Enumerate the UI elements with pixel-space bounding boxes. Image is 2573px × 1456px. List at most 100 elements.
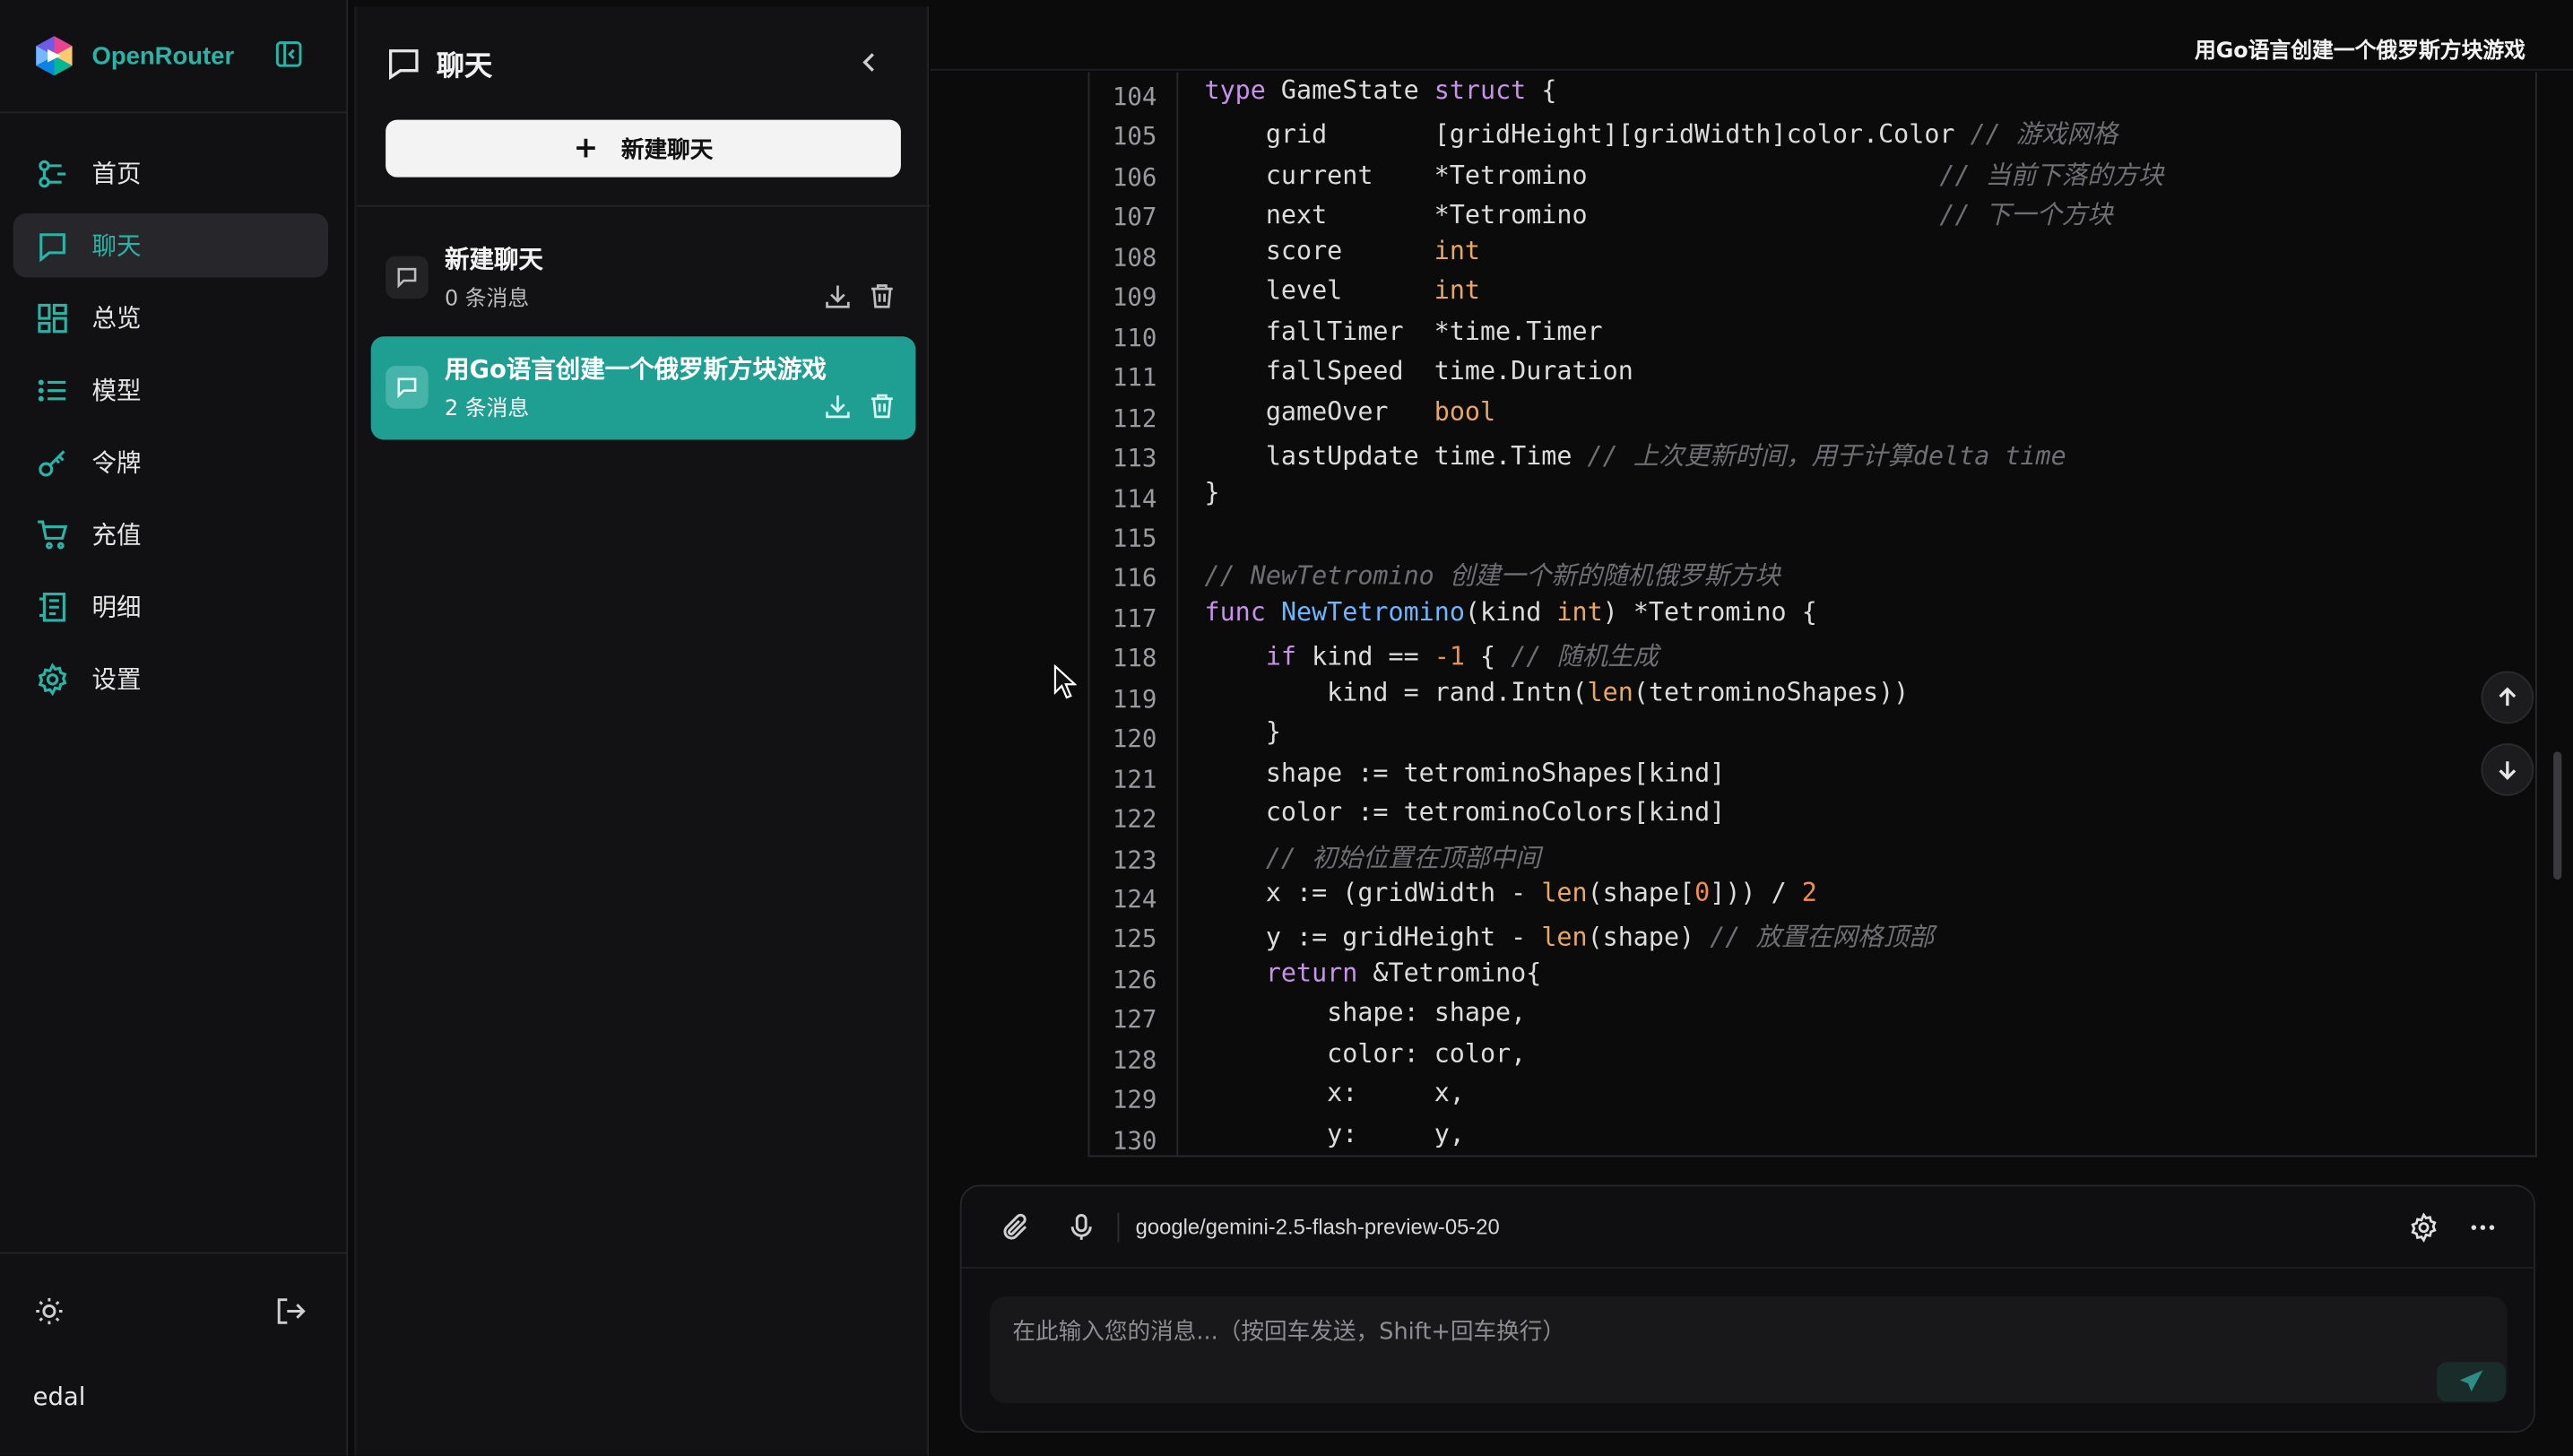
download-icon[interactable] [824, 392, 852, 420]
nav-item-label: 总览 [91, 303, 142, 334]
plus-icon: + [573, 131, 599, 166]
nav-item-home[interactable]: 首页 [13, 141, 328, 204]
line-number: 127 [1112, 1004, 1157, 1035]
chat-list-item[interactable]: 用Go语言创建一个俄罗斯方块游戏 2 条消息 [370, 336, 916, 440]
logout-icon[interactable] [274, 1295, 308, 1328]
message-bubble-icon [386, 366, 429, 409]
model-selector[interactable]: google/gemini-2.5-flash-preview-05-20 [1136, 1214, 1500, 1238]
code-line: color: color, [1204, 1038, 1527, 1069]
chat-item-title: 新建聊天 [445, 244, 543, 274]
line-number: 105 [1112, 122, 1157, 152]
line-number: 104 [1112, 82, 1157, 112]
code-line: return &Tetromino{ [1265, 958, 1542, 988]
gear-icon[interactable] [2409, 1212, 2439, 1243]
code-line: type GameState struct { [1204, 75, 1557, 106]
line-number: 106 [1112, 162, 1157, 192]
line-number: 107 [1112, 202, 1157, 232]
line-number: 110 [1112, 323, 1157, 352]
code-line: func NewTetromino(kind int) *Tetromino { [1204, 596, 1817, 627]
key-icon [36, 446, 69, 479]
code-line: y: y, [1204, 1118, 1465, 1148]
line-number: 124 [1112, 884, 1157, 914]
line-number: 119 [1112, 683, 1157, 714]
line-number: 111 [1112, 362, 1157, 393]
conversation-title: 用Go语言创建一个俄罗斯方块游戏 [2194, 39, 2525, 65]
new-chat-button[interactable]: + 新建聊天 [386, 119, 901, 178]
code-line: fallSpeed time.Duration [1204, 356, 1633, 386]
code-line: lastUpdate time.Time // 上次更新时间，用于计算delta… [1204, 441, 2066, 472]
code-line: gameOver bool [1204, 396, 1496, 427]
paperclip-icon[interactable] [1001, 1213, 1031, 1243]
chat-icon [386, 45, 421, 81]
send-button[interactable] [2437, 1362, 2507, 1402]
composer-toolbar: google/gemini-2.5-flash-preview-05-20 [961, 1186, 2534, 1269]
conversation-header: 用Go语言创建一个俄罗斯方块游戏 [930, 0, 2573, 71]
line-number: 123 [1112, 844, 1157, 874]
code-line: y := gridHeight - len(shape) // 放置在网格顶部 [1204, 923, 1935, 953]
chat-list-header: 聊天 [386, 43, 493, 84]
chat-list-title: 聊天 [436, 50, 493, 84]
nav-item-settings[interactable]: 设置 [13, 646, 328, 710]
line-number: 130 [1112, 1125, 1157, 1156]
chat-list-item[interactable]: 新建聊天 0 条消息 [371, 227, 916, 330]
scroll-down-button[interactable] [2481, 743, 2534, 796]
code-line: kind = rand.Intn(len(tetrominoShapes)) [1204, 677, 1910, 707]
code-line: fallTimer *time.Timer [1204, 316, 1603, 346]
nav-divider [0, 111, 349, 114]
nav-item-label: 设置 [91, 664, 142, 695]
openrouter-logo-icon [33, 34, 76, 77]
line-number: 108 [1112, 242, 1157, 273]
code-line: } [1204, 476, 1220, 507]
nav-item-label: 明细 [91, 592, 142, 622]
line-number: 112 [1112, 403, 1157, 433]
arrow-up-icon [2496, 686, 2519, 709]
line-number: 115 [1112, 523, 1157, 553]
line-number: 120 [1112, 724, 1157, 754]
line-number: 118 [1112, 644, 1157, 674]
line-number: 128 [1112, 1044, 1157, 1075]
chat-item-count: 0 条消息 [445, 287, 530, 312]
code-line: x := (gridWidth - len(shape[0])) / 2 [1204, 878, 1817, 908]
sidebar-collapse-icon[interactable] [274, 39, 304, 69]
message-input[interactable] [989, 1296, 2508, 1403]
line-number: 113 [1112, 443, 1157, 473]
nav-item-details[interactable]: 明细 [13, 575, 328, 638]
code-line: if kind == -1 { // 随机生成 [1265, 642, 1659, 672]
code-line: grid [gridHeight][gridWidth]color.Color … [1204, 120, 2118, 151]
scroll-up-button[interactable] [2481, 671, 2534, 724]
trash-icon[interactable] [868, 282, 896, 310]
theme-toggle-icon[interactable] [33, 1295, 66, 1328]
username: edal [32, 1382, 86, 1412]
nav-item-chat[interactable]: 聊天 [13, 212, 329, 278]
trash-icon[interactable] [868, 392, 896, 420]
nav-item-models[interactable]: 模型 [13, 358, 328, 421]
nav-item-label: 模型 [91, 376, 142, 406]
gear-icon [36, 662, 69, 696]
nav-item-topup[interactable]: 充值 [13, 502, 328, 566]
receipt-icon [36, 590, 69, 623]
line-number: 116 [1112, 563, 1157, 594]
message-bubble-icon [386, 256, 429, 299]
nav-item-label: 首页 [91, 159, 142, 189]
code-line: current *Tetromino // 当前下落的方块 [1204, 160, 2164, 191]
download-icon[interactable] [824, 282, 852, 310]
more-horizontal-icon[interactable] [2468, 1213, 2498, 1243]
brand[interactable]: OpenRouter [33, 30, 234, 82]
nav-item-tokens[interactable]: 令牌 [13, 430, 328, 494]
chat-list-divider [356, 204, 931, 207]
chevron-left-icon[interactable] [856, 49, 882, 75]
scrollbar-thumb[interactable] [2553, 751, 2562, 880]
chat-item-count: 2 条消息 [445, 396, 530, 422]
nav-item-dashboard[interactable]: 总览 [13, 285, 328, 349]
microphone-icon[interactable] [1067, 1213, 1096, 1243]
code-line: shape := tetrominoShapes[kind] [1204, 757, 1726, 787]
line-number: 122 [1112, 804, 1157, 835]
nav-item-label: 令牌 [91, 447, 142, 478]
line-number: 129 [1112, 1085, 1157, 1115]
chat-item-title: 用Go语言创建一个俄罗斯方块游戏 [445, 354, 827, 385]
code-line: next *Tetromino // 下一个方块 [1204, 200, 2113, 230]
chat-icon [36, 229, 69, 262]
line-number: 117 [1112, 603, 1157, 634]
code-line: } [1204, 717, 1281, 748]
code-block[interactable]: 104 105 106 107 108 109 110 111 112 113 114 115 116 1… [1087, 72, 2537, 1157]
